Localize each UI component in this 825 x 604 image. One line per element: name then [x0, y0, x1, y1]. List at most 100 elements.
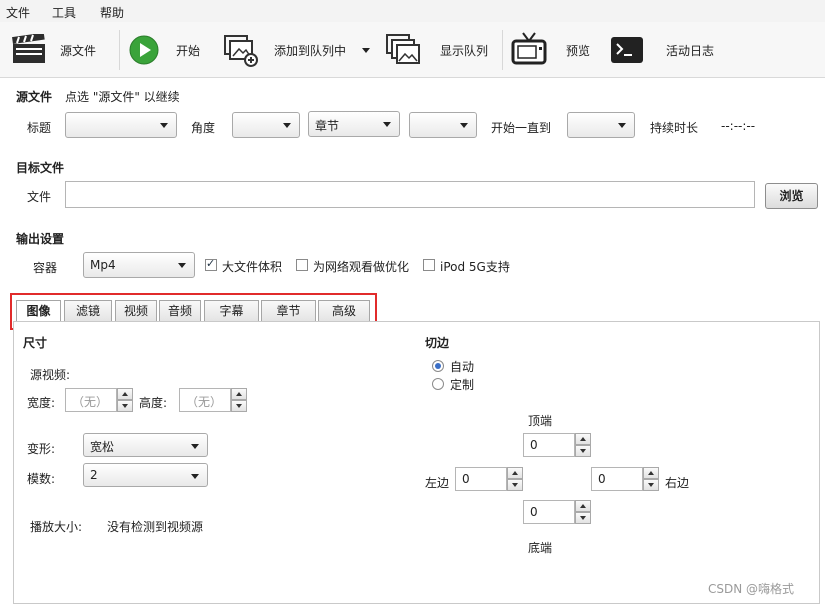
menu-tools[interactable]: 工具	[52, 4, 76, 21]
source-section-title: 源文件	[16, 90, 53, 104]
chevron-down-icon[interactable]	[362, 48, 370, 53]
preview-button[interactable]: 预览	[508, 30, 598, 70]
watermark: CSDN @嗨格式	[708, 582, 795, 596]
start-chapter-dropdown[interactable]	[409, 112, 477, 138]
width-value: （无）	[72, 395, 109, 409]
width-increase-button[interactable]	[117, 388, 133, 400]
width-decrease-button[interactable]	[117, 400, 133, 412]
duration-label: 持续时长	[650, 121, 699, 135]
source-hint: 点选 "源文件" 以继续	[65, 90, 180, 104]
crop-left-label: 左边	[425, 476, 450, 490]
menu-help[interactable]: 帮助	[100, 4, 124, 21]
chevron-down-icon	[160, 123, 168, 128]
ipod-checkbox[interactable]	[423, 259, 435, 271]
crop-left-increase-button[interactable]	[507, 467, 523, 479]
crop-right-increase-button[interactable]	[643, 467, 659, 479]
crop-bottom-decrease-button[interactable]	[575, 512, 591, 524]
large-file-checkbox[interactable]	[205, 257, 217, 271]
crop-left-decrease-button[interactable]	[507, 479, 523, 491]
angle-label: 角度	[191, 121, 216, 135]
crop-right-value: 0	[598, 472, 606, 486]
source-video-label: 源视频:	[30, 368, 71, 382]
crop-left-stepper[interactable]: 0	[455, 467, 523, 491]
clapperboard-icon	[12, 34, 45, 63]
crop-right-stepper[interactable]: 0	[591, 467, 659, 491]
width-stepper[interactable]: （无）	[65, 388, 133, 412]
anamorphic-label: 变形:	[27, 442, 56, 456]
title-label: 标题	[27, 121, 52, 135]
crop-bottom-stepper[interactable]: 0	[523, 500, 591, 524]
container-dropdown[interactable]: Mp4	[83, 252, 195, 278]
crop-top-decrease-button[interactable]	[575, 445, 591, 457]
crop-top-stepper[interactable]: 0	[523, 433, 591, 457]
large-file-label: 大文件体积	[222, 260, 283, 274]
ipod-label: iPod 5G支持	[440, 260, 510, 274]
crop-custom-radio[interactable]	[432, 378, 444, 390]
crop-right-decrease-button[interactable]	[643, 479, 659, 491]
terminal-icon	[611, 37, 643, 63]
crop-bottom-label: 底端	[528, 541, 553, 555]
title-dropdown[interactable]	[65, 112, 177, 138]
angle-dropdown[interactable]	[232, 112, 300, 138]
chevron-down-icon	[383, 122, 391, 127]
web-optimize-checkbox[interactable]	[296, 259, 308, 271]
menu-file[interactable]: 文件	[6, 4, 30, 21]
chevron-down-icon	[191, 444, 199, 449]
crop-custom-label: 定制	[450, 378, 475, 392]
height-increase-button[interactable]	[231, 388, 247, 400]
crop-auto-radio[interactable]	[432, 360, 444, 372]
preview-label: 预览	[566, 44, 591, 58]
crop-auto-label: 自动	[450, 360, 475, 374]
chevron-down-icon	[460, 123, 468, 128]
play-icon	[129, 35, 159, 65]
chevron-down-icon	[618, 123, 626, 128]
activity-log-label: 活动日志	[666, 44, 715, 58]
chevron-down-icon	[178, 263, 186, 268]
chevron-down-icon	[191, 474, 199, 479]
file-label: 文件	[27, 190, 52, 204]
crop-left-value: 0	[462, 472, 470, 486]
add-queue-icon	[224, 35, 258, 67]
toolbar-separator	[502, 30, 503, 70]
chevron-down-icon	[283, 123, 291, 128]
anamorphic-dropdown[interactable]: 宽松	[83, 433, 208, 457]
size-section-title: 尺寸	[23, 336, 48, 350]
container-value: Mp4	[90, 258, 116, 272]
height-decrease-button[interactable]	[231, 400, 247, 412]
destination-section-title: 目标文件	[16, 161, 65, 175]
display-size-label: 播放大小:	[30, 520, 83, 534]
output-section-title: 输出设置	[16, 232, 65, 246]
crop-bottom-increase-button[interactable]	[575, 500, 591, 512]
crop-right-label: 右边	[665, 476, 690, 490]
start-button[interactable]: 开始	[126, 30, 206, 70]
width-label: 宽度:	[27, 396, 56, 410]
show-queue-label: 显示队列	[440, 44, 489, 58]
height-stepper[interactable]: （无）	[179, 388, 247, 412]
container-label: 容器	[33, 261, 58, 275]
destination-file-input[interactable]	[65, 181, 755, 208]
end-chapter-dropdown[interactable]	[567, 112, 635, 138]
start-label: 开始	[176, 44, 201, 58]
crop-top-value: 0	[530, 438, 538, 452]
browse-button[interactable]: 浏览	[765, 183, 818, 209]
anamorphic-value: 宽松	[90, 440, 115, 454]
add-to-queue-button[interactable]: 添加到队列中	[220, 30, 375, 70]
duration-value: --:--:--	[721, 119, 756, 133]
range-label: 开始一直到	[491, 121, 552, 135]
crop-top-increase-button[interactable]	[575, 433, 591, 445]
add-to-queue-label: 添加到队列中	[274, 44, 347, 58]
crop-bottom-value: 0	[530, 505, 538, 519]
show-queue-button[interactable]: 显示队列	[383, 30, 498, 70]
chapter-mode-value: 章节	[315, 119, 340, 133]
modulus-label: 模数:	[27, 472, 56, 486]
chapter-mode-dropdown[interactable]: 章节	[308, 111, 400, 137]
height-label: 高度:	[139, 396, 168, 410]
source-label: 源文件	[60, 44, 97, 58]
source-button[interactable]: 源文件	[8, 30, 103, 70]
modulus-dropdown[interactable]: 2	[83, 463, 208, 487]
web-optimize-label: 为网络观看做优化	[313, 260, 410, 274]
crop-section-title: 切边	[425, 336, 450, 350]
display-size-value: 没有检测到视频源	[107, 520, 204, 534]
activity-log-button[interactable]: 活动日志	[608, 30, 728, 70]
height-value: （无）	[186, 395, 223, 409]
